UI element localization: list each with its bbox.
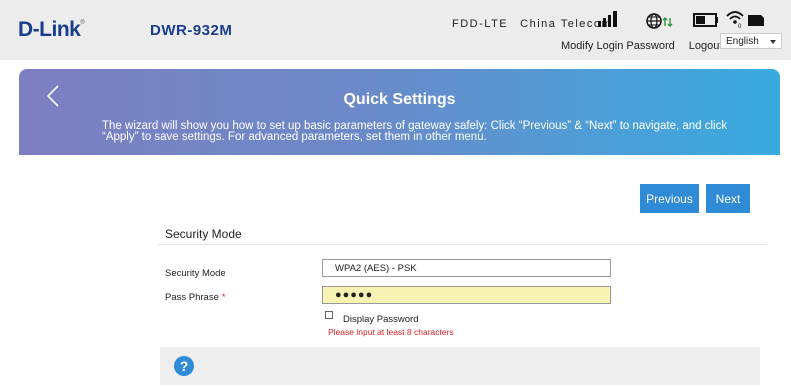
logout-link[interactable]: Logout (689, 40, 723, 52)
error-message: Please input at least 8 characters (328, 327, 454, 337)
quick-settings-banner: Quick Settings The wizard will show you … (19, 69, 780, 155)
security-mode-label: Security Mode (165, 268, 226, 279)
display-password-label[interactable]: Display Password (343, 314, 419, 325)
language-select[interactable]: English (720, 33, 782, 49)
wizard-description: The wizard will show you how to set up b… (102, 120, 728, 143)
battery-icon (693, 13, 718, 27)
next-button[interactable]: Next (706, 184, 750, 213)
help-panel: ? (160, 347, 760, 385)
top-bar: D-Link® DWR-932M FDD-LTE China Telecom 0… (0, 0, 791, 60)
sim-count: 0 (738, 24, 742, 29)
sim-card-icon (748, 15, 764, 26)
pass-phrase-label: Pass Phrase * (165, 292, 226, 303)
page-title: Quick Settings (343, 91, 456, 108)
wifi-icon: 0 (726, 11, 744, 29)
network-type: FDD-LTE (452, 18, 509, 30)
status-bar: FDD-LTE China Telecom (452, 14, 612, 34)
language-value: English (726, 35, 759, 47)
section-divider (157, 244, 766, 245)
chevron-down-icon (770, 40, 776, 44)
pass-phrase-input[interactable]: ●●●●● (322, 286, 611, 304)
globe-data-icon (646, 13, 673, 29)
previous-button[interactable]: Previous (640, 184, 699, 213)
signal-icon (598, 11, 617, 27)
brand-logo: D-Link® (18, 18, 85, 41)
security-mode-select[interactable]: WPA2 (AES) - PSK (322, 259, 611, 277)
display-password-checkbox[interactable] (325, 311, 333, 319)
help-icon[interactable]: ? (174, 356, 194, 376)
model-name: DWR-932M (150, 22, 233, 39)
modify-password-link[interactable]: Modify Login Password (561, 40, 675, 52)
required-mark: * (221, 292, 226, 303)
section-title: Security Mode (165, 227, 242, 241)
